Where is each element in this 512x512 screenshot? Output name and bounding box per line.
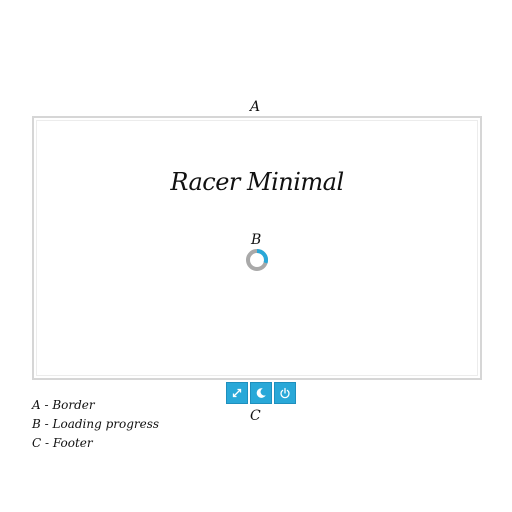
fullscreen-icon	[232, 388, 242, 398]
night-mode-button[interactable]	[250, 382, 272, 404]
fullscreen-button[interactable]	[226, 382, 248, 404]
legend-item-footer: C - Footer	[32, 436, 93, 450]
legend-item-border: A - Border	[32, 398, 95, 412]
legend-item-loading-progress: B - Loading progress	[32, 417, 160, 431]
power-button[interactable]	[274, 382, 296, 404]
footer-marker-label: C	[250, 408, 261, 424]
loading-progress-ring	[246, 249, 268, 271]
footer-toolbar	[226, 382, 296, 404]
night-mode-moon-icon	[256, 388, 266, 398]
power-icon	[280, 387, 290, 399]
game-title: Racer Minimal	[170, 168, 344, 196]
progress-marker-label: B	[251, 232, 262, 248]
border-marker-label: A	[250, 99, 261, 115]
legend: A - Border B - Loading progress C - Foot…	[32, 396, 159, 453]
